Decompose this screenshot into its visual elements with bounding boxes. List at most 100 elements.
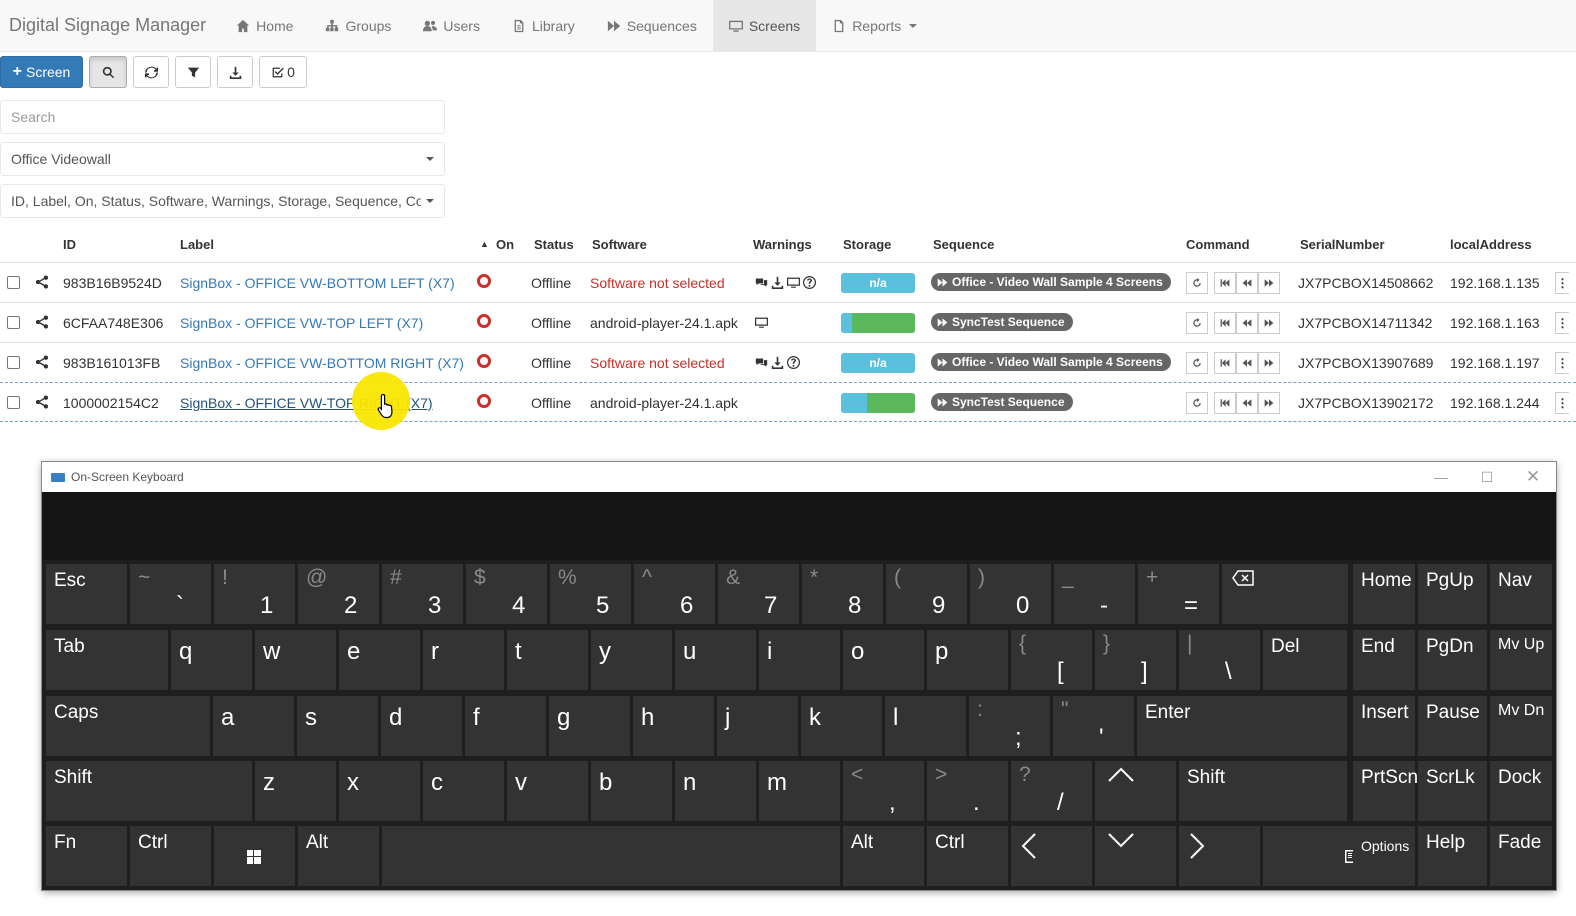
key-d[interactable]: d	[381, 696, 462, 756]
table-row[interactable]: 983B161013FB SignBox - OFFICE VW-BOTTOM …	[0, 342, 1576, 382]
key-space[interactable]	[382, 826, 840, 886]
columns-select[interactable]: ID, Label, On, Status, Software, Warning…	[0, 184, 445, 218]
key-symbol[interactable]: {[	[1011, 630, 1092, 690]
nav-reports[interactable]: Reports	[816, 0, 933, 51]
key-backspace[interactable]	[1222, 564, 1348, 624]
key-help[interactable]: Help	[1418, 826, 1487, 886]
key-digit-5[interactable]: $4	[466, 564, 547, 624]
add-screen-button[interactable]: + Screen	[0, 56, 83, 88]
next-button[interactable]	[1258, 312, 1280, 334]
row-more-button[interactable]: ⋮	[1555, 272, 1569, 294]
key-u[interactable]: u	[675, 630, 756, 690]
key-tab[interactable]: Tab	[46, 630, 168, 690]
col-software[interactable]: Software	[592, 237, 647, 252]
key-ctrl-left[interactable]: Ctrl	[130, 826, 211, 886]
key-p[interactable]: p	[927, 630, 1008, 690]
key-scrlk[interactable]: ScrLk	[1418, 761, 1487, 821]
key-digit-9[interactable]: * 8	[802, 564, 883, 624]
key-mv-up[interactable]: Mv Up	[1490, 630, 1552, 690]
key-symbol[interactable]: >.	[927, 761, 1008, 821]
maximize-icon[interactable]: ☐	[1464, 462, 1510, 492]
key-arrow-down[interactable]	[1095, 826, 1176, 886]
key-x[interactable]: x	[339, 761, 420, 821]
key-pgup[interactable]: PgUp	[1418, 564, 1487, 624]
key-a[interactable]: a	[213, 696, 294, 756]
col-sequence[interactable]: Sequence	[933, 237, 994, 252]
next-button[interactable]	[1258, 352, 1280, 374]
key-digit-2[interactable]: ! 1	[214, 564, 295, 624]
key-h[interactable]: h	[633, 696, 714, 756]
key-digit-10[interactable]: (9	[886, 564, 967, 624]
key-dock[interactable]: Dock	[1490, 761, 1552, 821]
row-checkbox[interactable]	[7, 356, 20, 369]
key-y[interactable]: y	[591, 630, 672, 690]
key-r[interactable]: r	[423, 630, 504, 690]
skip-first-button[interactable]	[1214, 352, 1236, 374]
key-symbol[interactable]: }]	[1095, 630, 1176, 690]
reload-button[interactable]	[1186, 312, 1208, 334]
row-label-link[interactable]: SignBox - OFFICE VW-TOP LEFT (X7)	[180, 315, 423, 331]
search-input[interactable]: Search	[0, 100, 445, 134]
key-arrow-left[interactable]	[1011, 826, 1092, 886]
next-button[interactable]	[1258, 392, 1280, 414]
nav-groups[interactable]: Groups	[309, 0, 407, 51]
close-icon[interactable]: ✕	[1510, 462, 1556, 492]
key-digit-3[interactable]: @2	[298, 564, 379, 624]
skip-first-button[interactable]	[1214, 392, 1236, 414]
nav-home[interactable]: Home	[220, 0, 309, 51]
col-serial[interactable]: SerialNumber	[1300, 237, 1385, 252]
col-label[interactable]: Label	[180, 237, 214, 252]
key-fn[interactable]: Fn	[46, 826, 127, 886]
row-checkbox[interactable]	[7, 276, 20, 289]
key-esc[interactable]: Esc	[46, 564, 127, 624]
previous-button[interactable]	[1236, 392, 1258, 414]
selected-count-button[interactable]: 0	[259, 56, 307, 88]
key-fade[interactable]: Fade	[1490, 826, 1552, 886]
key-windows[interactable]	[214, 826, 295, 886]
key-i[interactable]: i	[759, 630, 840, 690]
key-symbol[interactable]: :;	[969, 696, 1050, 756]
key-shift-left[interactable]: Shift	[46, 761, 252, 821]
next-button[interactable]	[1258, 272, 1280, 294]
key-prtscn[interactable]: PrtScn	[1353, 761, 1418, 821]
table-row[interactable]: 1000002154C2 SignBox - OFFICE VW-TOP RIG…	[0, 382, 1576, 422]
key-q[interactable]: q	[171, 630, 252, 690]
key-t[interactable]: t	[507, 630, 588, 690]
previous-button[interactable]	[1236, 312, 1258, 334]
key-o[interactable]: o	[843, 630, 924, 690]
key-w[interactable]: w	[255, 630, 336, 690]
key-l[interactable]: l	[885, 696, 966, 756]
skip-first-button[interactable]	[1214, 272, 1236, 294]
key-j[interactable]: j	[717, 696, 798, 756]
key-home[interactable]: Home	[1353, 564, 1415, 624]
key-m[interactable]: m	[759, 761, 840, 821]
col-command[interactable]: Command	[1186, 237, 1250, 252]
row-checkbox[interactable]	[7, 396, 20, 409]
key-symbol[interactable]: " '	[1053, 696, 1134, 756]
key-alt-left[interactable]: Alt	[298, 826, 379, 886]
reload-button[interactable]	[1186, 392, 1208, 414]
key-arrow-right[interactable]	[1179, 826, 1260, 886]
key-s[interactable]: s	[297, 696, 378, 756]
row-label-link[interactable]: SignBox - OFFICE VW-BOTTOM LEFT (X7)	[180, 275, 455, 291]
key-f[interactable]: f	[465, 696, 546, 756]
group-select[interactable]: Office Videowall	[0, 142, 445, 176]
share-icon[interactable]	[35, 275, 49, 292]
key-c[interactable]: c	[423, 761, 504, 821]
nav-screens[interactable]: Screens	[712, 0, 817, 51]
sequence-badge[interactable]: Office - Video Wall Sample 4 Screens	[931, 353, 1171, 371]
key-b[interactable]: b	[591, 761, 672, 821]
col-id[interactable]: ID	[63, 237, 76, 252]
col-on[interactable]: On	[496, 237, 514, 252]
key-e[interactable]: e	[339, 630, 420, 690]
reload-button[interactable]	[1186, 352, 1208, 374]
key-alt-right[interactable]: Alt	[843, 826, 924, 886]
key-insert[interactable]: Insert	[1353, 696, 1415, 756]
sequence-badge[interactable]: SyncTest Sequence	[931, 393, 1073, 411]
col-storage[interactable]: Storage	[843, 237, 891, 252]
key-options[interactable]: Options	[1353, 826, 1415, 886]
col-status[interactable]: Status	[534, 237, 574, 252]
key-digit-7[interactable]: ^ 6	[634, 564, 715, 624]
key-z[interactable]: z	[255, 761, 336, 821]
row-more-button[interactable]: ⋮	[1555, 312, 1569, 334]
